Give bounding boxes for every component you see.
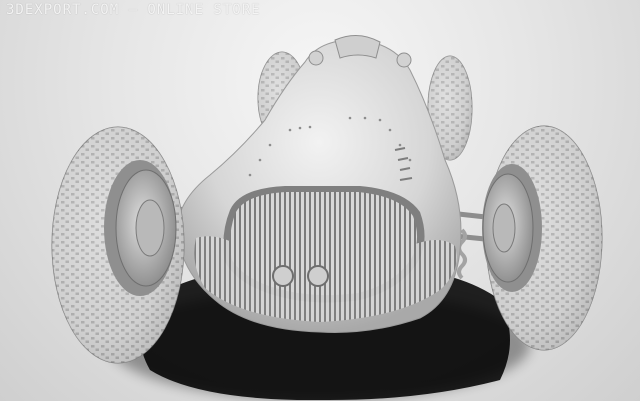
render-viewport: 3DEXPORT.COM – ONLINE STORE bbox=[0, 0, 640, 401]
front-left-wheel bbox=[51, 126, 185, 364]
race-car-render bbox=[51, 35, 603, 401]
watermark-text: 3DEXPORT.COM – ONLINE STORE bbox=[6, 2, 261, 18]
